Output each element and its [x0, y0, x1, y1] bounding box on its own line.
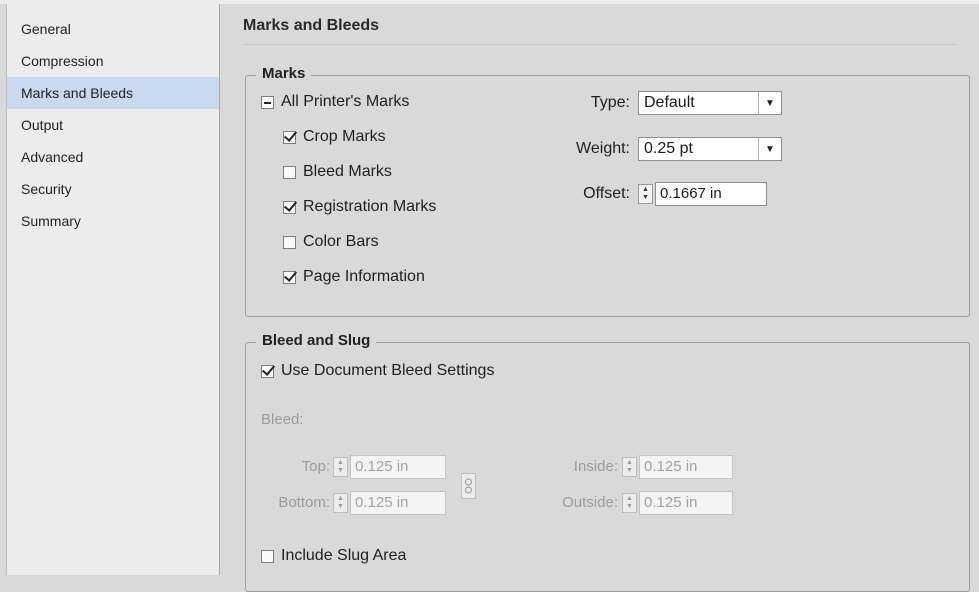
all-printers-marks-checkbox[interactable] — [261, 95, 274, 109]
outside-stepper: ▲ ▼ 0.125 in — [622, 491, 733, 515]
spin-up-icon: ▲ — [626, 459, 633, 466]
use-document-bleed-checkbox[interactable] — [261, 364, 274, 378]
bleed-and-slug-group: Bleed and Slug Use Document Bleed Settin… — [245, 332, 970, 592]
inside-input: 0.125 in — [639, 455, 733, 479]
type-select-value: Default — [644, 94, 695, 111]
include-slug-label: Include Slug Area — [281, 547, 407, 564]
stepper-arrows-icon: ▲ ▼ — [333, 457, 348, 477]
weight-select[interactable]: 0.25 pt ▼ — [638, 137, 782, 161]
top-input: 0.125 in — [350, 455, 446, 479]
chevron-down-icon[interactable]: ▼ — [758, 138, 781, 160]
offset-input[interactable]: 0.1667 in — [655, 182, 767, 206]
bottom-stepper: ▲ ▼ 0.125 in — [333, 491, 446, 515]
chevron-down-icon[interactable]: ▼ — [758, 92, 781, 114]
bleed-and-slug-legend: Bleed and Slug — [256, 332, 377, 349]
bleed-marks-checkbox[interactable] — [283, 165, 296, 179]
chain-link-icon — [461, 473, 476, 499]
spin-down-icon: ▼ — [337, 467, 344, 474]
crop-marks-row[interactable]: Crop Marks — [283, 128, 386, 146]
title-divider — [243, 44, 957, 45]
spin-down-icon: ▼ — [626, 503, 633, 510]
color-bars-row[interactable]: Color Bars — [283, 233, 379, 251]
weight-select-value: 0.25 pt — [644, 140, 693, 157]
include-slug-checkbox[interactable] — [261, 549, 274, 563]
offset-stepper[interactable]: ▲ ▼ 0.1667 in — [638, 182, 767, 206]
top-label-text: Top: — [301, 458, 330, 475]
sidebar-item-advanced[interactable]: Advanced — [7, 141, 219, 173]
bottom-label-text: Bottom: — [278, 494, 330, 511]
marks-group: Marks All Printer's Marks Crop Marks Ble… — [245, 65, 970, 317]
category-sidebar: General Compression Marks and Bleeds Out… — [6, 4, 220, 575]
stepper-arrows-icon[interactable]: ▲ ▼ — [638, 184, 653, 204]
outside-label-text: Outside: — [562, 494, 618, 511]
registration-marks-label: Registration Marks — [303, 198, 437, 215]
bottom-label: Bottom: — [254, 494, 330, 511]
all-printers-marks-row[interactable]: All Printer's Marks — [261, 93, 409, 111]
inside-stepper: ▲ ▼ 0.125 in — [622, 455, 733, 479]
bleed-label-text: Bleed: — [261, 411, 304, 428]
stepper-arrows-icon: ▲ ▼ — [622, 493, 637, 513]
page-information-row[interactable]: Page Information — [283, 268, 425, 286]
chain-link-glyph — [464, 478, 473, 494]
color-bars-label: Color Bars — [303, 233, 379, 250]
offset-label-text: Offset: — [583, 185, 630, 202]
crop-marks-checkbox[interactable] — [283, 130, 296, 144]
top-stepper: ▲ ▼ 0.125 in — [333, 455, 446, 479]
spin-up-icon: ▲ — [337, 495, 344, 502]
use-document-bleed-label: Use Document Bleed Settings — [281, 362, 495, 379]
outside-input: 0.125 in — [639, 491, 733, 515]
page-title: Marks and Bleeds — [243, 17, 380, 34]
outside-label: Outside: — [526, 494, 618, 511]
type-label-text: Type: — [590, 94, 630, 111]
sidebar-item-security[interactable]: Security — [7, 173, 219, 205]
settings-panel: Marks and Bleeds Marks All Printer's Mar… — [221, 4, 979, 592]
category-list: General Compression Marks and Bleeds Out… — [7, 4, 219, 237]
weight-label: Weight: — [546, 140, 630, 158]
marks-legend: Marks — [256, 65, 312, 82]
spin-down-icon: ▼ — [626, 467, 633, 474]
sidebar-item-compression[interactable]: Compression — [7, 45, 219, 77]
stepper-arrows-icon: ▲ ▼ — [333, 493, 348, 513]
spin-up-icon[interactable]: ▲ — [642, 186, 649, 194]
registration-marks-row[interactable]: Registration Marks — [283, 198, 436, 216]
sidebar-item-general[interactable]: General — [7, 13, 219, 45]
type-select[interactable]: Default ▼ — [638, 91, 782, 115]
spin-up-icon: ▲ — [626, 495, 633, 502]
use-document-bleed-row[interactable]: Use Document Bleed Settings — [261, 362, 494, 380]
inside-label: Inside: — [536, 458, 618, 475]
type-label: Type: — [546, 94, 630, 112]
inside-label-text: Inside: — [573, 458, 618, 475]
sidebar-item-marks-and-bleeds[interactable]: Marks and Bleeds — [7, 77, 219, 109]
weight-label-text: Weight: — [576, 140, 630, 157]
include-slug-row[interactable]: Include Slug Area — [261, 547, 406, 565]
spin-down-icon[interactable]: ▼ — [642, 194, 649, 202]
bleed-label: Bleed: — [261, 411, 304, 428]
spin-down-icon: ▼ — [337, 503, 344, 510]
bleed-marks-row[interactable]: Bleed Marks — [283, 163, 392, 181]
sidebar-item-output[interactable]: Output — [7, 109, 219, 141]
top-label: Top: — [266, 458, 330, 475]
bleed-marks-label: Bleed Marks — [303, 163, 392, 180]
page-information-checkbox[interactable] — [283, 270, 296, 284]
sidebar-item-summary[interactable]: Summary — [7, 205, 219, 237]
offset-label: Offset: — [546, 185, 630, 203]
page-information-label: Page Information — [303, 268, 425, 285]
all-printers-marks-label: All Printer's Marks — [281, 93, 410, 110]
color-bars-checkbox[interactable] — [283, 235, 296, 249]
spin-up-icon: ▲ — [337, 459, 344, 466]
registration-marks-checkbox[interactable] — [283, 200, 296, 214]
stepper-arrows-icon: ▲ ▼ — [622, 457, 637, 477]
bottom-input: 0.125 in — [350, 491, 446, 515]
crop-marks-label: Crop Marks — [303, 128, 386, 145]
